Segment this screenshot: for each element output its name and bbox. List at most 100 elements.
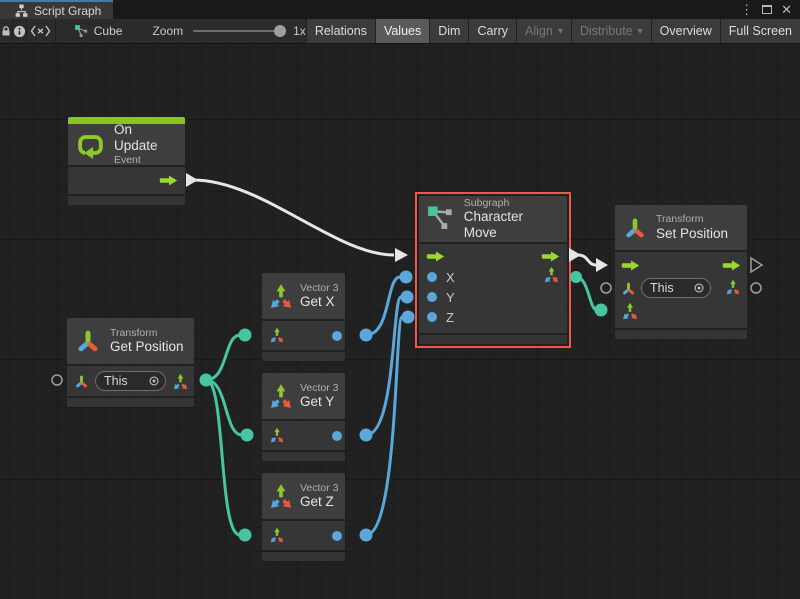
carry-button[interactable]: Carry bbox=[468, 19, 516, 43]
blue-port-dot[interactable] bbox=[360, 329, 373, 342]
unconnected-output-flow-port[interactable] bbox=[751, 258, 762, 272]
control-wire-source-arrow[interactable] bbox=[569, 248, 581, 262]
node-on-update[interactable]: On Update Event bbox=[68, 117, 185, 205]
node-subtitle: Vector 3 bbox=[300, 482, 339, 494]
info-icon bbox=[13, 25, 26, 38]
tab-script-graph[interactable]: Script Graph bbox=[0, 0, 113, 19]
value-output-port[interactable] bbox=[332, 431, 342, 441]
node-get-z[interactable]: Vector 3 Get Z bbox=[262, 473, 345, 561]
wire-charactermove-to-setposition-value[interactable] bbox=[576, 277, 597, 310]
wire-getposition-to-getz[interactable] bbox=[206, 380, 240, 535]
distribute-dropdown[interactable]: Distribute ▾ bbox=[571, 19, 651, 43]
port-row-z: Z bbox=[427, 307, 454, 327]
node-body bbox=[262, 521, 345, 550]
transform-input-icon[interactable] bbox=[621, 281, 636, 296]
node-get-y[interactable]: Vector 3 Get Y bbox=[262, 373, 345, 461]
on-update-loop-icon bbox=[76, 130, 105, 160]
zoom-slider[interactable] bbox=[193, 30, 285, 32]
node-title: Get Y bbox=[300, 394, 339, 410]
vector3-input-icon[interactable] bbox=[621, 302, 639, 320]
overview-button[interactable]: Overview bbox=[651, 19, 720, 43]
node-body: This bbox=[67, 366, 194, 396]
lock-button[interactable] bbox=[0, 19, 13, 43]
control-output-port[interactable] bbox=[159, 175, 178, 186]
vector3-input-icon[interactable] bbox=[269, 327, 285, 343]
port-row-y: Y bbox=[427, 287, 455, 307]
node-footer bbox=[67, 398, 194, 407]
graph-breadcrumb[interactable]: Cube bbox=[74, 24, 123, 39]
control-wire-source-arrow[interactable] bbox=[186, 173, 198, 187]
control-output-port[interactable] bbox=[722, 260, 741, 271]
wire-getposition-to-getx[interactable] bbox=[206, 335, 240, 380]
value-output-port[interactable] bbox=[332, 331, 342, 341]
wire-onupdate-to-charactermove[interactable] bbox=[193, 180, 394, 255]
teal-wire-end-dot[interactable] bbox=[239, 329, 252, 342]
blue-wire-end-dot[interactable] bbox=[402, 311, 415, 324]
node-body: This bbox=[615, 252, 747, 328]
value-input-port-x[interactable] bbox=[427, 272, 437, 282]
zoom-value: 1x bbox=[293, 24, 306, 38]
teal-port-dot[interactable] bbox=[200, 374, 213, 387]
code-view-button[interactable] bbox=[27, 19, 56, 43]
teal-wire-end-dot[interactable] bbox=[595, 304, 608, 317]
target-object-field[interactable]: This bbox=[641, 278, 711, 298]
wire-charactermove-to-setposition[interactable] bbox=[578, 255, 596, 265]
node-set-position[interactable]: Transform Set Position This bbox=[615, 205, 747, 339]
vector3-icon bbox=[268, 383, 294, 409]
node-character-move[interactable]: Subgraph Character Move X Y Z bbox=[419, 196, 567, 344]
control-input-port[interactable] bbox=[621, 260, 640, 271]
vector3-output-icon[interactable] bbox=[172, 373, 189, 390]
target-object-field[interactable]: This bbox=[95, 371, 166, 391]
object-picker-icon[interactable] bbox=[148, 375, 160, 387]
blue-port-dot[interactable] bbox=[360, 429, 373, 442]
blue-wire-end-dot[interactable] bbox=[401, 291, 414, 304]
align-dropdown[interactable]: Align ▾ bbox=[516, 19, 571, 43]
node-body bbox=[262, 321, 345, 350]
vector3-input-icon[interactable] bbox=[269, 427, 285, 443]
value-output-port[interactable] bbox=[332, 531, 342, 541]
wire-getz-to-z[interactable] bbox=[366, 317, 402, 535]
graph-canvas[interactable]: On Update Event Transform Get Position bbox=[0, 44, 800, 599]
value-input-port-z[interactable] bbox=[427, 312, 437, 322]
close-icon[interactable]: ✕ bbox=[781, 3, 792, 16]
port-label: Y bbox=[446, 290, 455, 305]
teal-port-dot[interactable] bbox=[570, 271, 582, 283]
transform-icon bbox=[623, 216, 647, 240]
node-footer bbox=[615, 330, 747, 339]
transform-input-icon[interactable] bbox=[74, 374, 89, 389]
blue-port-dot[interactable] bbox=[360, 529, 373, 542]
value-input-port-y[interactable] bbox=[427, 292, 437, 302]
blue-wire-end-dot[interactable] bbox=[400, 271, 413, 284]
teal-wire-end-dot[interactable] bbox=[241, 429, 254, 442]
unconnected-output-port[interactable] bbox=[751, 283, 761, 293]
object-picker-icon[interactable] bbox=[693, 282, 705, 294]
control-wire-end-arrow[interactable] bbox=[395, 248, 408, 262]
relations-button[interactable]: Relations bbox=[306, 19, 375, 43]
target-object-value: This bbox=[104, 374, 128, 388]
vector3-output-icon[interactable] bbox=[543, 266, 560, 283]
wire-gety-to-y[interactable] bbox=[366, 297, 401, 435]
node-get-position[interactable]: Transform Get Position This bbox=[67, 318, 194, 407]
wire-getposition-to-gety[interactable] bbox=[206, 380, 242, 435]
vector3-input-icon[interactable] bbox=[269, 527, 285, 543]
zoom-slider-handle[interactable] bbox=[274, 25, 286, 37]
control-input-port[interactable] bbox=[426, 251, 445, 262]
dim-button[interactable]: Dim bbox=[429, 19, 468, 43]
teal-wire-end-dot[interactable] bbox=[239, 529, 252, 542]
vector3-icon bbox=[268, 483, 294, 509]
info-button[interactable] bbox=[13, 19, 27, 43]
values-button[interactable]: Values bbox=[375, 19, 429, 43]
unconnected-input-port[interactable] bbox=[601, 283, 611, 293]
control-output-port[interactable] bbox=[541, 251, 560, 262]
wire-getx-to-x[interactable] bbox=[366, 277, 400, 335]
maximize-icon[interactable] bbox=[762, 5, 772, 14]
node-subtitle: Vector 3 bbox=[300, 382, 339, 394]
node-footer bbox=[419, 335, 567, 344]
node-title: Set Position bbox=[656, 226, 728, 242]
node-get-x[interactable]: Vector 3 Get X bbox=[262, 273, 345, 361]
window-menu-icon[interactable]: ⋮ bbox=[740, 3, 753, 16]
unconnected-input-port[interactable] bbox=[52, 375, 62, 385]
vector3-output-icon[interactable] bbox=[725, 279, 741, 295]
control-wire-end-arrow[interactable] bbox=[596, 258, 608, 272]
full-screen-button[interactable]: Full Screen bbox=[720, 19, 800, 43]
